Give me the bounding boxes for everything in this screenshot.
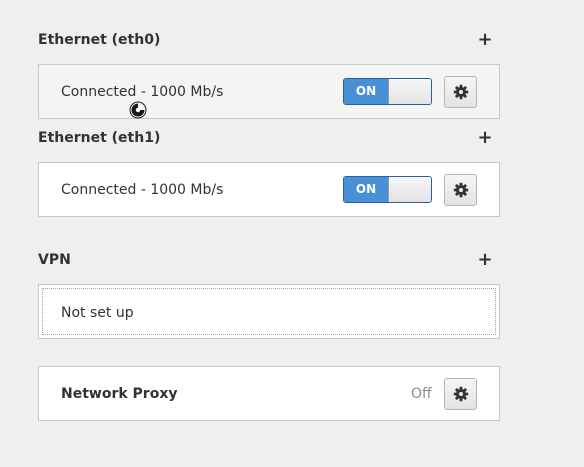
eth0-toggle-on-label: ON [344, 79, 388, 104]
eth0-toggle-switch[interactable]: ON [343, 78, 432, 105]
vpn-placeholder-frame: Not set up [42, 288, 496, 335]
section-title-eth1: Ethernet (eth1) [38, 130, 161, 146]
eth1-row[interactable]: Connected - 1000 Mb/s ON [38, 162, 500, 217]
eth0-toggle-knob[interactable] [388, 79, 431, 104]
section-title-eth0: Ethernet (eth0) [38, 32, 161, 48]
gear-icon [453, 386, 468, 402]
eth1-toggle-knob[interactable] [388, 177, 431, 202]
eth1-toggle-on-label: ON [344, 177, 388, 202]
gear-icon [453, 182, 468, 198]
eth0-row[interactable]: Connected - 1000 Mb/s ON [38, 64, 500, 119]
plus-icon: + [477, 127, 493, 148]
network-proxy-settings-button[interactable] [444, 378, 477, 410]
network-proxy-label: Network Proxy [61, 386, 178, 402]
add-eth1-button[interactable]: + [476, 129, 494, 147]
vpn-row: Not set up [38, 284, 500, 339]
eth1-status: Connected - 1000 Mb/s [61, 182, 224, 198]
plus-icon: + [477, 29, 493, 50]
add-eth0-button[interactable]: + [476, 31, 494, 49]
eth1-settings-button[interactable] [444, 174, 477, 206]
gear-icon [453, 84, 468, 100]
eth0-settings-button[interactable] [444, 76, 477, 108]
section-title-vpn: VPN [38, 252, 71, 268]
plus-icon: + [477, 249, 493, 270]
eth1-toggle-switch[interactable]: ON [343, 176, 432, 203]
network-proxy-row[interactable]: Network Proxy Off [38, 366, 500, 421]
vpn-status: Not set up [61, 305, 134, 321]
network-proxy-state: Off [411, 386, 432, 402]
add-vpn-button[interactable]: + [476, 251, 494, 269]
busy-cursor-icon [129, 101, 147, 119]
